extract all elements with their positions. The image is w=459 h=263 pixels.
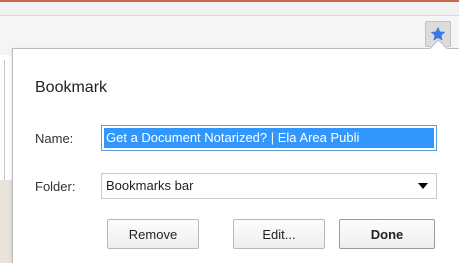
folder-label: Folder: (35, 179, 76, 194)
chevron-down-icon (418, 183, 428, 189)
folder-select-value: Bookmarks bar (106, 178, 194, 193)
edit-button[interactable]: Edit... (233, 219, 325, 249)
done-button[interactable]: Done (339, 219, 435, 249)
name-input-text: Get a Document Notarized? | Ela Area Pub… (104, 128, 434, 148)
name-input[interactable]: Get a Document Notarized? | Ela Area Pub… (101, 125, 437, 151)
folder-select[interactable]: Bookmarks bar (101, 173, 437, 199)
remove-button[interactable]: Remove (107, 219, 199, 249)
page-content-bottom (0, 180, 12, 263)
name-label: Name: (35, 131, 74, 146)
bookmark-bubble: Bookmark Name: Get a Document Notarized?… (12, 39, 459, 263)
bubble-title: Bookmark (35, 79, 108, 96)
tab-strip (0, 2, 459, 15)
